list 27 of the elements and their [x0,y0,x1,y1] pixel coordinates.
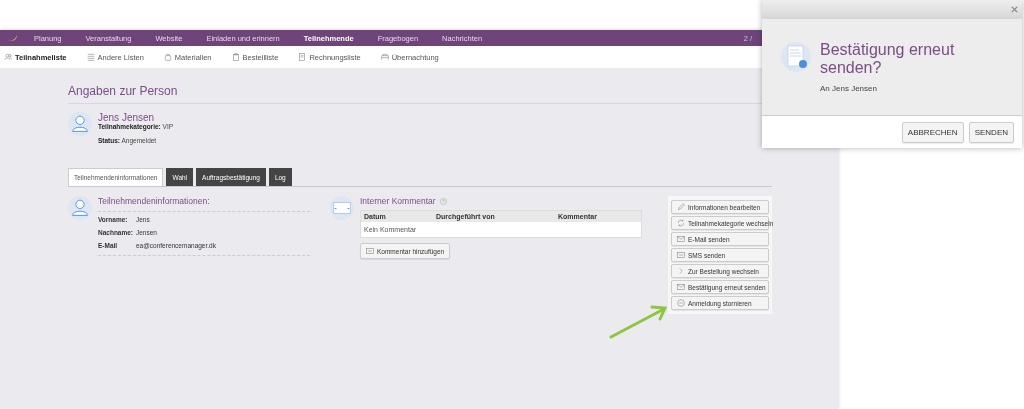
dialog-subtitle: An Jens Jensen [820,84,878,94]
avatar-icon [68,112,92,136]
section-title: Teilnehmendeninformationen: [98,196,310,212]
dialog-button[interactable]: ABBRECHEN [901,121,964,143]
document-icon [298,53,307,61]
comment-icon [366,247,374,255]
comment-card-icon [330,196,354,220]
cycle-icon [677,219,685,227]
receipt-icon [780,41,812,73]
list-icon [86,53,95,61]
bag-icon [163,53,172,61]
bed-icon [380,53,389,61]
help-icon[interactable] [439,197,447,205]
minus-icon [677,299,685,307]
clipboard-icon [231,53,240,61]
dialog-title: Bestätigung erneut senden? [820,41,956,77]
dialog-button[interactable]: SENDEN [968,121,1014,143]
pencil-icon [677,203,685,211]
avatar-icon [68,196,92,220]
envelope-icon [677,235,685,243]
message-icon [677,251,685,259]
chevron-icon [677,267,685,275]
people-icon [4,53,12,61]
close-icon[interactable] [1011,6,1018,13]
person-name: Jens Jensen [98,112,156,123]
envelope-icon [677,283,685,291]
section-title: Interner Kommentar [360,196,436,206]
